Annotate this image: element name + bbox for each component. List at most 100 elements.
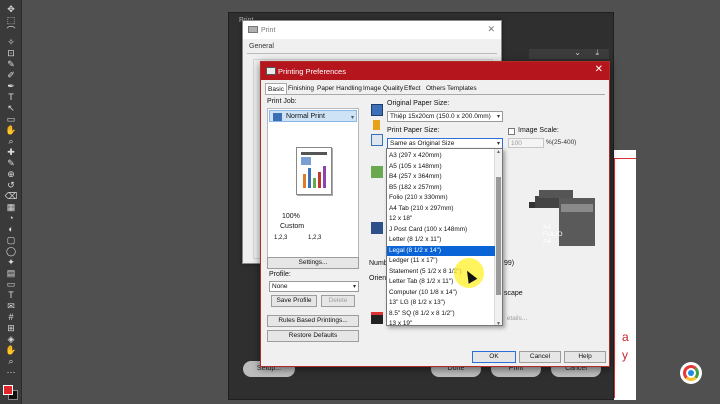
paper-size-option[interactable]: J Post Card (100 x 148mm) bbox=[387, 225, 495, 236]
gradient-icon[interactable]: ▦ bbox=[4, 202, 18, 212]
restore-defaults-button[interactable]: Restore Defaults bbox=[267, 330, 359, 342]
dropdown-scrollbar[interactable]: ▲ ▼ bbox=[494, 149, 502, 325]
eraser-icon[interactable]: ⌫ bbox=[4, 191, 18, 201]
paper-size-option[interactable]: 13 x 19" bbox=[387, 319, 495, 325]
tab-others[interactable]: Others bbox=[426, 83, 446, 94]
type-icon[interactable]: T bbox=[4, 92, 18, 102]
paper-size-option[interactable]: Computer (10 1/8 x 14") bbox=[387, 288, 495, 299]
scroll-down-icon[interactable]: ▼ bbox=[496, 321, 501, 325]
canvas-text-y: y bbox=[622, 348, 628, 362]
ellipse-icon[interactable]: ◯ bbox=[4, 246, 18, 256]
printer-select-bar[interactable]: ⌄ ⤓ bbox=[529, 48, 609, 59]
paper-size-option[interactable]: A4 Tab (210 x 297mm) bbox=[387, 204, 495, 215]
paper-size-option[interactable]: 8.5" SQ (8 1/2 x 8 1/2") bbox=[387, 309, 495, 320]
chevron-down-icon[interactable]: ⌄ bbox=[574, 48, 581, 57]
pen-icon[interactable]: ✒ bbox=[4, 81, 18, 91]
original-paper-size-select[interactable]: Thiệp 15x20cm (150.0 x 200.0mm) ▾ bbox=[387, 111, 503, 122]
paper-size-option[interactable]: Letter (8 1/2 x 11") bbox=[387, 235, 495, 246]
frame-icon[interactable]: ▢ bbox=[4, 235, 18, 245]
paper-size-dropdown[interactable]: ▲ ▼ A3 (297 x 420mm) A5 (105 x 148mm) B4 (… bbox=[386, 148, 503, 326]
type2-icon[interactable]: T bbox=[4, 290, 18, 300]
eyedropper-icon[interactable]: ✎ bbox=[4, 59, 18, 69]
scroll-up-icon[interactable]: ▲ bbox=[496, 149, 501, 155]
cancel-button[interactable]: Cancel bbox=[519, 351, 561, 363]
hand-icon[interactable]: ✋ bbox=[4, 125, 18, 135]
page-order-left: 1,2,3 bbox=[274, 235, 288, 241]
settings-button[interactable]: Settings... bbox=[267, 257, 359, 269]
dodge-icon[interactable]: ◐ bbox=[4, 224, 18, 234]
close-icon[interactable]: ✕ bbox=[595, 64, 603, 75]
history-icon[interactable]: ↺ bbox=[4, 180, 18, 190]
gradient2-icon[interactable]: ▤ bbox=[4, 268, 18, 278]
tab-basic[interactable]: Basic bbox=[265, 83, 287, 94]
preview-image bbox=[301, 157, 311, 165]
chevron-down-icon[interactable]: ▾ bbox=[351, 114, 354, 121]
layout-icon bbox=[371, 166, 383, 178]
rect2-icon[interactable]: ▭ bbox=[4, 279, 18, 289]
paper-size-option[interactable]: 13" LG (8 1/2 x 13") bbox=[387, 298, 495, 309]
grid-icon[interactable]: ⊞ bbox=[4, 323, 18, 333]
preview-header bbox=[301, 152, 327, 155]
ok-button[interactable]: OK bbox=[472, 351, 516, 363]
details-button: etails... bbox=[506, 315, 528, 322]
paper-size-option[interactable]: A5 (105 x 148mm) bbox=[387, 162, 495, 173]
shape-icon[interactable]: ✦ bbox=[4, 257, 18, 267]
image-scale-range: %(25-400) bbox=[546, 139, 577, 146]
rules-based-printings-button[interactable]: Rules Based Printings... bbox=[267, 315, 359, 327]
print-paper-size-value: Same as Original Size bbox=[390, 140, 455, 147]
foreground-color-swatch[interactable] bbox=[3, 385, 13, 395]
original-paper-icon bbox=[371, 104, 383, 116]
tab-image-quality[interactable]: Image Quality bbox=[363, 83, 403, 94]
path-select-icon[interactable]: ↖ bbox=[4, 103, 18, 113]
3d-icon[interactable]: ◈ bbox=[4, 334, 18, 344]
paper-size-option[interactable]: Legal (8 1/2 x 14") bbox=[387, 245, 495, 256]
paper-size-option[interactable]: A3 (297 x 420mm) bbox=[387, 151, 495, 162]
help-button[interactable]: Help bbox=[564, 351, 606, 363]
tab-effect[interactable]: Effect bbox=[404, 83, 421, 94]
zoom-icon[interactable]: ⌕ bbox=[4, 136, 18, 146]
note-icon[interactable]: ✉ bbox=[4, 301, 18, 311]
save-profile-button[interactable]: Save Profile bbox=[271, 295, 317, 307]
brush2-icon[interactable]: ✎ bbox=[4, 158, 18, 168]
lasso-icon[interactable]: ⌒ bbox=[4, 26, 18, 36]
blur-icon[interactable]: ◔ bbox=[4, 213, 18, 223]
tab-paper-handling[interactable]: Paper Handling bbox=[317, 83, 362, 94]
brush-icon[interactable]: ✐ bbox=[4, 70, 18, 80]
duplex-icon bbox=[371, 222, 383, 234]
chevron-down-icon[interactable]: ▾ bbox=[353, 282, 356, 291]
count-icon[interactable]: # bbox=[4, 312, 18, 322]
rectangle-icon[interactable]: ▭ bbox=[4, 114, 18, 124]
zoom2-icon[interactable]: ⌕ bbox=[4, 356, 18, 366]
paper-size-option[interactable]: 12 x 18" bbox=[387, 214, 495, 225]
landscape-option[interactable]: scape bbox=[504, 290, 523, 297]
tab-finishing[interactable]: Finishing bbox=[288, 83, 314, 94]
scrollbar-thumb[interactable] bbox=[496, 177, 501, 295]
print-job-panel: Normal Print ▾ 100% Custom 1,2,3 1,2,3 bbox=[267, 108, 359, 258]
image-scale-checkbox[interactable] bbox=[508, 128, 515, 135]
preview-bar bbox=[308, 168, 311, 188]
tab-divider bbox=[247, 53, 497, 54]
color-icon bbox=[371, 312, 383, 324]
printer-tray-label: A4 bbox=[543, 238, 551, 245]
profile-select[interactable]: None ▾ bbox=[269, 281, 359, 292]
tab-templates[interactable]: Templates bbox=[447, 83, 477, 94]
healing-icon[interactable]: ✚ bbox=[4, 147, 18, 157]
tab-general[interactable]: General bbox=[249, 43, 274, 50]
marquee-icon[interactable]: ⬚ bbox=[4, 15, 18, 25]
download-icon[interactable]: ⤓ bbox=[595, 48, 599, 58]
printer-icon bbox=[248, 26, 258, 33]
badge-dot bbox=[688, 370, 694, 376]
chevron-down-icon[interactable]: ▾ bbox=[497, 112, 500, 121]
more-icon[interactable]: ⋯ bbox=[4, 367, 18, 377]
paper-size-option[interactable]: Folio (210 x 330mm) bbox=[387, 193, 495, 204]
move-icon[interactable]: ✥ bbox=[4, 4, 18, 14]
paper-size-option[interactable]: B5 (182 x 257mm) bbox=[387, 183, 495, 194]
close-icon[interactable]: ✕ bbox=[487, 24, 495, 35]
print-job-select[interactable]: Normal Print ▾ bbox=[269, 110, 357, 122]
paper-size-option[interactable]: B4 (257 x 364mm) bbox=[387, 172, 495, 183]
stamp-icon[interactable]: ⊕ bbox=[4, 169, 18, 179]
crop-icon[interactable]: ⊡ bbox=[4, 48, 18, 58]
hand2-icon[interactable]: ✋ bbox=[4, 345, 18, 355]
magic-wand-icon[interactable]: ✧ bbox=[4, 37, 18, 47]
prefs-title-bar: Printing Preferences ✕ bbox=[261, 62, 609, 80]
